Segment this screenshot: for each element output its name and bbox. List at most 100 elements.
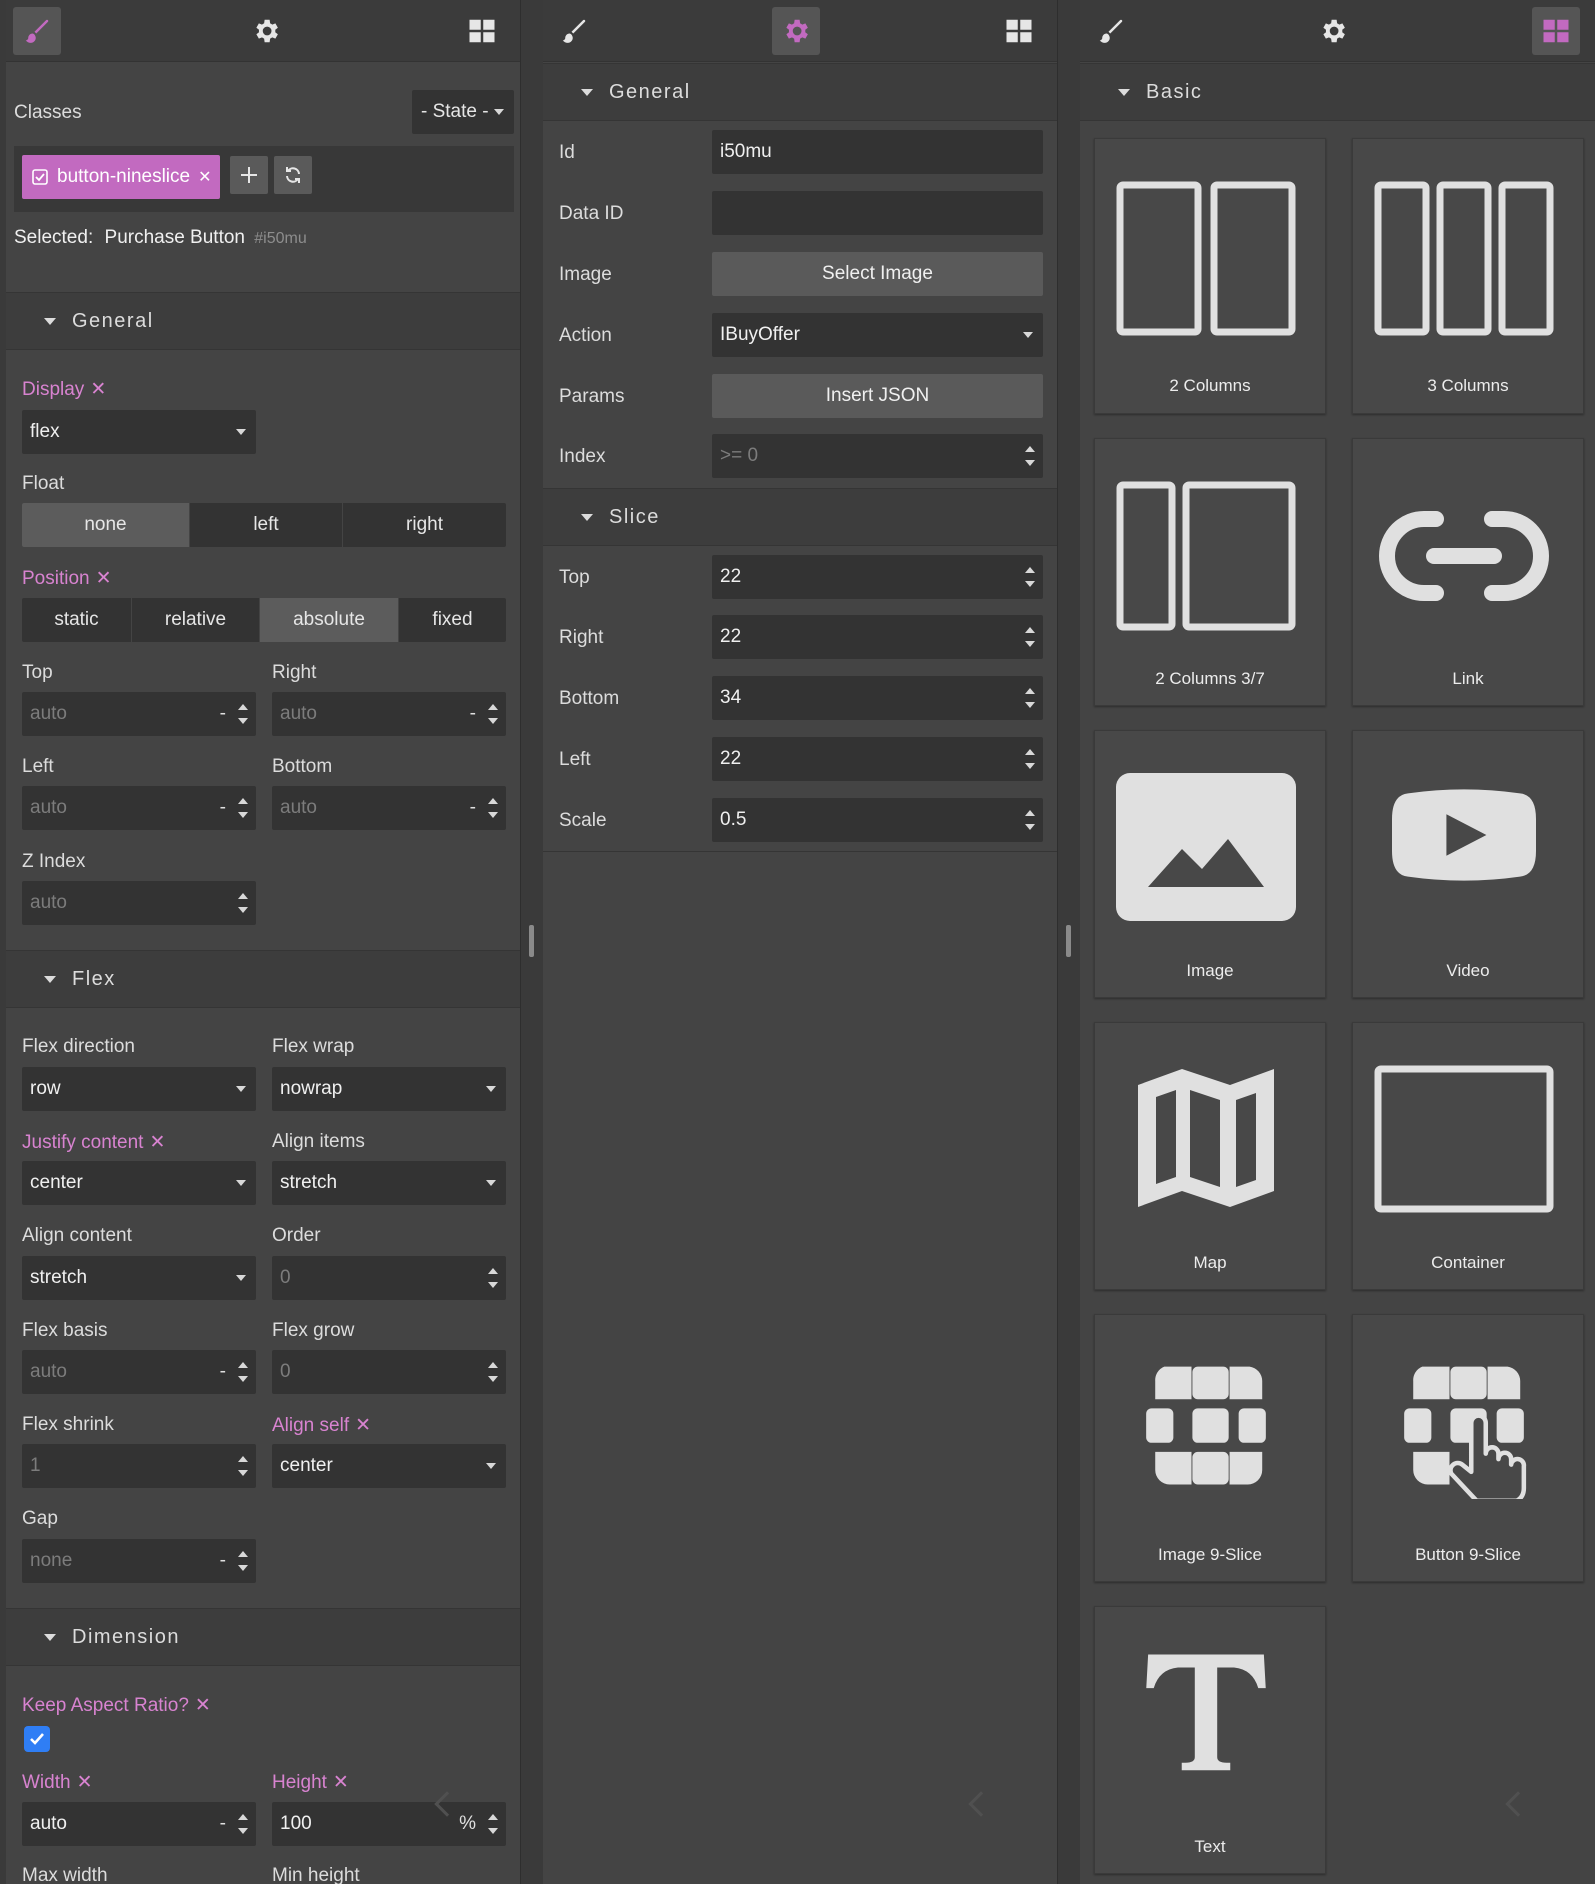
stepper-icon[interactable]: [488, 1266, 498, 1290]
action-select[interactable]: IBuyOffer: [712, 313, 1043, 357]
unit-select[interactable]: -: [470, 797, 476, 819]
style-manager-button[interactable]: [13, 7, 61, 55]
stepper-icon[interactable]: [238, 1812, 248, 1836]
blocks-button[interactable]: [1532, 7, 1580, 55]
display-select[interactable]: flex: [22, 410, 256, 454]
insert-json-button[interactable]: Insert JSON: [712, 374, 1043, 418]
block-button-9-slice[interactable]: Button 9-Slice: [1352, 1314, 1584, 1582]
clear-property-icon[interactable]: ✕: [90, 379, 106, 400]
block-2-columns[interactable]: 2 Columns: [1094, 138, 1326, 414]
style-manager-button[interactable]: [1087, 7, 1135, 55]
state-select[interactable]: - State -: [412, 90, 514, 134]
position-option-static[interactable]: static: [22, 598, 132, 642]
unit-select[interactable]: -: [220, 1813, 226, 1835]
section-dimension[interactable]: Dimension: [6, 1608, 520, 1666]
z-index-input[interactable]: auto: [22, 881, 256, 925]
height-input[interactable]: 100%: [272, 1802, 506, 1846]
clear-property-icon[interactable]: ✕: [77, 1772, 93, 1793]
section-basic[interactable]: Basic: [1080, 63, 1595, 121]
sync-styles-button[interactable]: [274, 156, 312, 194]
left-input[interactable]: auto -: [22, 786, 256, 830]
unit-select[interactable]: -: [220, 797, 226, 819]
block-container[interactable]: Container: [1352, 1022, 1584, 1290]
gap-input[interactable]: none -: [22, 1539, 256, 1583]
settings-button[interactable]: [1309, 7, 1357, 55]
block-map[interactable]: Map: [1094, 1022, 1326, 1290]
unit-select[interactable]: -: [470, 703, 476, 725]
slice-top-input[interactable]: 22: [712, 555, 1043, 599]
flex-grow-input[interactable]: 0: [272, 1350, 506, 1394]
stepper-icon[interactable]: [238, 891, 248, 915]
flex-basis-input[interactable]: auto -: [22, 1350, 256, 1394]
checkbox-icon[interactable]: [32, 169, 48, 185]
select-image-button[interactable]: Select Image: [712, 252, 1043, 296]
flex-shrink-input[interactable]: 1: [22, 1444, 256, 1488]
top-input[interactable]: auto -: [22, 692, 256, 736]
block-text[interactable]: Text: [1094, 1606, 1326, 1874]
index-input[interactable]: >= 0: [712, 434, 1043, 478]
stepper-icon[interactable]: [238, 702, 248, 726]
unit-select[interactable]: -: [220, 1361, 226, 1383]
block-image[interactable]: Image: [1094, 730, 1326, 998]
section-slice[interactable]: Slice: [543, 488, 1057, 546]
stepper-icon[interactable]: [1025, 444, 1035, 468]
stepper-icon[interactable]: [1025, 686, 1035, 710]
clear-property-icon[interactable]: ✕: [149, 1132, 165, 1153]
scale-input[interactable]: 0.5: [712, 798, 1043, 842]
collapse-arrow-icon[interactable]: [968, 1791, 994, 1817]
block-3-columns[interactable]: 3 Columns: [1352, 138, 1584, 414]
slice-left-input[interactable]: 22: [712, 737, 1043, 781]
class-tag[interactable]: button-nineslice ✕: [22, 155, 220, 199]
keep-aspect-checkbox[interactable]: [24, 1726, 50, 1752]
clear-property-icon[interactable]: ✕: [355, 1415, 371, 1436]
unit-select[interactable]: %: [459, 1813, 476, 1835]
stepper-icon[interactable]: [238, 1549, 248, 1573]
stepper-icon[interactable]: [488, 702, 498, 726]
order-input[interactable]: 0: [272, 1256, 506, 1300]
width-input[interactable]: auto -: [22, 1802, 256, 1846]
float-option-none[interactable]: none: [22, 503, 190, 547]
align-content-select[interactable]: stretch: [22, 1256, 256, 1300]
stepper-icon[interactable]: [238, 1360, 248, 1384]
right-input[interactable]: auto -: [272, 692, 506, 736]
block-2-columns-3-7[interactable]: 2 Columns 3/7: [1094, 438, 1326, 706]
clear-property-icon[interactable]: ✕: [96, 568, 112, 589]
position-option-absolute[interactable]: absolute: [260, 598, 399, 642]
panel-resizer-2[interactable]: [1058, 0, 1080, 1884]
resize-handle[interactable]: [1066, 925, 1071, 957]
position-option-fixed[interactable]: fixed: [399, 598, 506, 642]
stepper-icon[interactable]: [238, 796, 248, 820]
block-image-9-slice[interactable]: Image 9-Slice: [1094, 1314, 1326, 1582]
collapse-arrow-icon[interactable]: [1505, 1791, 1531, 1817]
stepper-icon[interactable]: [1025, 808, 1035, 832]
settings-button[interactable]: [772, 7, 820, 55]
flex-wrap-select[interactable]: nowrap: [272, 1067, 506, 1111]
slice-bottom-input[interactable]: 34: [712, 676, 1043, 720]
float-option-left[interactable]: left: [190, 503, 343, 547]
section-flex[interactable]: Flex: [6, 950, 520, 1008]
stepper-icon[interactable]: [238, 1454, 248, 1478]
section-general[interactable]: General: [6, 292, 520, 350]
style-manager-button[interactable]: [550, 7, 598, 55]
block-video[interactable]: Video: [1352, 730, 1584, 998]
settings-button[interactable]: [242, 7, 290, 55]
add-class-button[interactable]: [230, 156, 268, 194]
stepper-icon[interactable]: [1025, 565, 1035, 589]
stepper-icon[interactable]: [488, 1812, 498, 1836]
close-icon[interactable]: ✕: [198, 167, 211, 187]
section-general[interactable]: General: [543, 63, 1057, 121]
unit-select[interactable]: -: [220, 703, 226, 725]
align-self-select[interactable]: center: [272, 1444, 506, 1488]
float-option-right[interactable]: right: [343, 503, 506, 547]
block-link[interactable]: Link: [1352, 438, 1584, 706]
clear-property-icon[interactable]: ✕: [195, 1695, 211, 1716]
id-input[interactable]: i50mu: [712, 130, 1043, 174]
flex-direction-select[interactable]: row: [22, 1067, 256, 1111]
blocks-button[interactable]: [458, 7, 506, 55]
slice-right-input[interactable]: 22: [712, 615, 1043, 659]
stepper-icon[interactable]: [1025, 625, 1035, 649]
data-id-input[interactable]: [712, 191, 1043, 235]
unit-select[interactable]: -: [220, 1550, 226, 1572]
position-option-relative[interactable]: relative: [132, 598, 260, 642]
bottom-input[interactable]: auto -: [272, 786, 506, 830]
